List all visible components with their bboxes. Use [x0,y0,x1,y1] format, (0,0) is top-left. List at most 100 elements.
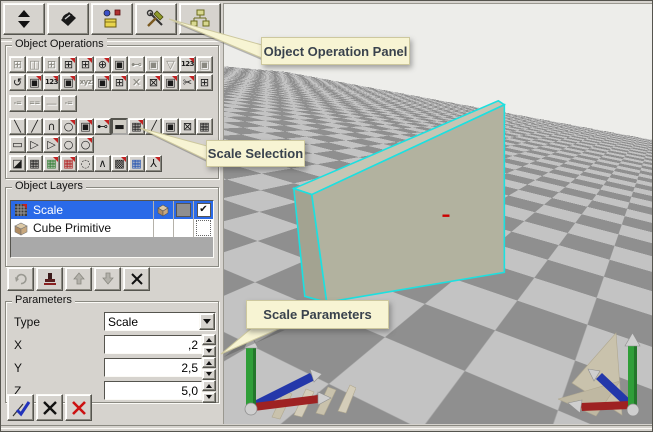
fill-color-button[interactable] [47,3,89,35]
op-grid-plus-icon[interactable]: ⊞ [111,74,128,91]
layer-visible-checkbox[interactable] [193,219,213,237]
z-spin-down[interactable] [202,392,216,403]
type-combobox[interactable]: Scale [104,312,216,331]
op-connector-c-icon: — [43,95,60,112]
y-spin-down[interactable] [202,369,216,380]
op-rectangle-icon[interactable]: ▭ [9,136,26,153]
layer-thumb-empty [153,219,173,237]
op-scale-icon[interactable]: ▦ [128,118,145,135]
op-slant-icon[interactable]: ╱ [145,118,162,135]
object-layers-title: Object Layers [12,180,86,192]
op-dimension-icon[interactable]: ⊷ [94,118,111,135]
op-caret-icon[interactable]: ∧ [94,155,111,172]
op-box-center-icon[interactable]: ▣ [77,118,94,135]
op-copy-stack-icon[interactable]: ▣ [94,74,111,91]
refresh-icon [13,271,29,287]
layer-row-cube-primitive[interactable]: Cube Primitive [11,219,213,237]
layer-name: Scale [31,201,153,219]
op-grid-all-icon[interactable]: ⊞ [77,56,94,73]
y-field[interactable]: 2,5 [104,358,202,377]
z-field[interactable]: 5,0 [104,381,202,400]
z-spinner [202,380,216,401]
op-box-cross-icon[interactable]: ⊠ [179,118,196,135]
op-dot-circle-icon[interactable]: ◌ [77,155,94,172]
op-copy-object-icon[interactable]: ▣ [111,56,128,73]
x-spin-up[interactable] [202,334,216,345]
op-flatten-icon[interactable]: ▬ [111,118,128,135]
op-numbers-icon[interactable]: 123 [179,56,196,73]
delete-x-icon [69,398,89,418]
object-operations-button[interactable] [135,3,177,35]
y-spin-up[interactable] [202,357,216,368]
op-box-dot-icon[interactable]: ▣ [162,118,179,135]
layer-thumb-material [173,201,193,219]
layer-toolbar [7,267,150,291]
cancel-button[interactable] [36,394,63,421]
z-spin-up[interactable] [202,380,216,391]
layer-thumb-cube [153,201,173,219]
apply-check-icon [11,398,31,418]
op-copy-corner-icon[interactable]: ▣ [26,74,43,91]
pivot-mark [442,215,449,217]
op-circle-icon[interactable]: ○ [60,118,77,135]
layer-thumb-empty [173,219,193,237]
op-grid-plain-icon[interactable]: ▦ [26,155,43,172]
op-window-grid-icon: ⊞ [9,56,26,73]
op-line-icon[interactable]: ╱ [26,118,43,135]
cancel-x-icon [40,398,60,418]
apply-button[interactable] [7,394,34,421]
op-target-circle-icon[interactable]: ⊕ [94,56,111,73]
delete-button[interactable] [65,394,92,421]
arrow-up-icon [71,271,87,287]
combo-dropdown-button[interactable] [199,313,215,330]
op-grid-heavy-icon[interactable]: ▦ [196,118,213,135]
op-connector-d-icon: -= [60,95,77,112]
op-noise-icon[interactable]: ▩ [111,155,128,172]
op-paint-bucket-icon[interactable]: ◪ [9,155,26,172]
op-frame-icon: ▣ [196,56,213,73]
op-rotate-icon[interactable]: ↺ [9,74,26,91]
op-triangle-icon[interactable]: ▷ [26,136,43,153]
tools-icon [144,7,168,31]
layer-visible-checkbox[interactable]: ✔ [193,201,213,219]
op-ellipse-icon[interactable]: ○ [60,136,77,153]
parameters-title: Parameters [12,294,75,306]
op-numbers-list-icon[interactable]: 123 [43,74,60,91]
op-grid-blue-icon[interactable]: ▦ [128,155,145,172]
x-field[interactable]: ,2 [104,335,202,354]
axis-gizmo-right [558,321,650,421]
op-grid-red-icon[interactable]: ▦ [60,155,77,172]
refresh-button [7,267,34,291]
callout-object-operation-panel: Object Operation Panel [261,37,410,65]
cube-icon [11,219,31,237]
swap-vertical-button[interactable] [3,3,45,35]
op-arc-icon[interactable]: ∩ [43,118,60,135]
fill-bucket-icon [56,7,80,31]
hierarchy-button[interactable] [179,3,221,35]
viewport-3d[interactable] [223,3,652,424]
stamp-icon [42,271,58,287]
op-grid-merge-icon[interactable]: ⊞ [60,56,77,73]
op-copy-move-icon[interactable]: ▣ [60,74,77,91]
op-copy-slash-icon[interactable]: ▣ [162,74,179,91]
op-ellipse-b-icon[interactable]: ○ [77,136,94,153]
stamp-button[interactable] [36,267,63,291]
op-triangle-b-icon[interactable]: ▷ [43,136,60,153]
layer-row-scale[interactable]: Scale ✔ [11,201,213,219]
op-grid-dense-icon[interactable]: ⊞ [196,74,213,91]
op-scissors-icon[interactable]: ✂ [179,74,196,91]
op-tree-icon[interactable]: ⅄ [145,155,162,172]
layer-name: Cube Primitive [31,219,153,237]
op-copy-ghost-icon: ▣ [145,56,162,73]
op-polyline-icon[interactable]: ╲ [9,118,26,135]
hierarchy-icon [188,7,212,31]
op-grid-green-icon[interactable]: ▦ [43,155,60,172]
export-package-button[interactable] [91,3,133,35]
x-spin-down[interactable] [202,346,216,357]
op-connector-b-icon: == [26,95,43,112]
op-box-x-icon[interactable]: ⊠ [145,74,162,91]
op-panels-icon: ◫ [26,56,43,73]
type-label: Type [14,315,40,329]
delete-layer-button[interactable] [123,267,150,291]
x-label: X [14,338,22,352]
